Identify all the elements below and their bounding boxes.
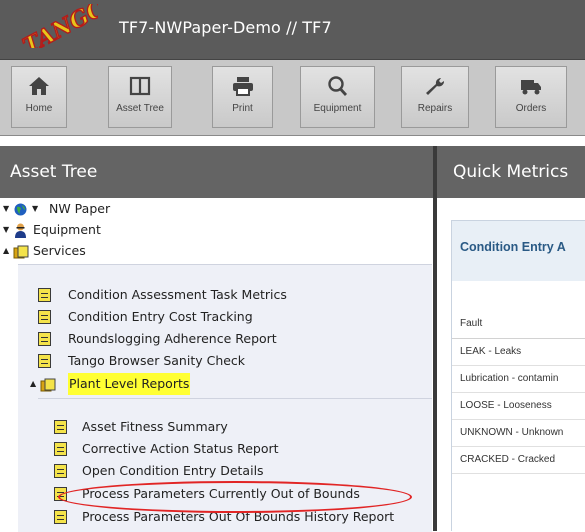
expand-caret-icon[interactable]: ▼ [3, 219, 9, 241]
title-bar: TANGO TF7-NWPaper-Demo // TF7 [0, 0, 585, 60]
home-button[interactable]: Home [11, 66, 67, 128]
tree-node-label: Services [33, 243, 86, 258]
folder-docs-icon [40, 378, 56, 392]
search-icon [327, 76, 347, 96]
svg-text:TANGO: TANGO [19, 4, 98, 48]
fault-cell: Lubrication - contamin [460, 373, 559, 384]
tree-node-equipment[interactable]: ▼ Equipment [0, 219, 433, 241]
report-doc-icon [54, 464, 67, 478]
fault-cell: LEAK - Leaks [460, 346, 522, 357]
fault-cell: LOOSE - Looseness [460, 400, 552, 411]
app-title: TF7-NWPaper-Demo // TF7 [119, 18, 332, 37]
metrics-card: Condition Entry A Fault LEAK - Leaks Lub… [451, 220, 585, 531]
report-label: Tango Browser Sanity Check [68, 353, 246, 368]
column-header-label: Fault [460, 318, 483, 329]
truck-icon [521, 80, 541, 95]
globe-icon [14, 203, 27, 216]
column-header[interactable]: Fault [452, 310, 585, 339]
table-row[interactable]: Lubrication - contamin [452, 366, 585, 393]
person-icon [15, 223, 26, 238]
printer-icon [232, 77, 253, 96]
tree-node-nw-paper[interactable]: ▼ ▼ NW Paper [0, 198, 433, 220]
report-doc-icon [38, 354, 51, 368]
equipment-label: Equipment [313, 103, 362, 114]
report-label: Corrective Action Status Report [82, 441, 279, 456]
equipment-button[interactable]: Equipment [300, 66, 375, 128]
collapse-caret-icon[interactable]: ▲ [3, 240, 9, 262]
card-title-bar: Condition Entry A [452, 220, 585, 281]
report-item[interactable]: Condition Entry Cost Tracking [38, 306, 428, 328]
collapse-caret-icon[interactable]: ▲ [30, 373, 36, 395]
report-doc-icon [54, 510, 67, 524]
table-row[interactable]: LEAK - Leaks [452, 339, 585, 366]
folder-docs-icon [13, 245, 29, 259]
report-doc-icon [38, 310, 51, 324]
report-label: Asset Fitness Summary [82, 419, 228, 434]
repairs-button[interactable]: Repairs [401, 66, 469, 128]
report-doc-icon [38, 288, 51, 302]
report-item[interactable]: Roundslogging Adherence Report [38, 328, 428, 350]
expand-caret-icon[interactable]: ▼ [3, 198, 9, 220]
quick-metrics-panel: Condition Entry A Fault LEAK - Leaks Lub… [437, 198, 585, 531]
repairs-label: Repairs [417, 103, 453, 114]
table-row[interactable]: UNKNOWN - Unknown [452, 420, 585, 447]
orders-button[interactable]: Orders [495, 66, 567, 128]
home-label: Home [25, 103, 53, 114]
toolbar: Home Asset Tree Print Equipment Repairs [0, 60, 585, 136]
report-label: Condition Entry Cost Tracking [68, 309, 253, 324]
tree-node-label: NW Paper [49, 201, 111, 216]
asset-tree-label: Asset Tree [116, 103, 164, 114]
report-doc-icon [54, 420, 67, 434]
wrench-icon [426, 77, 445, 95]
home-icon [29, 77, 49, 95]
dropdown-caret-icon[interactable]: ▼ [32, 198, 38, 220]
fault-cell: CRACKED - Cracked [460, 454, 556, 465]
report-doc-icon [54, 442, 67, 456]
tango-logo: TANGO [18, 4, 98, 48]
report-label: Condition Assessment Task Metrics [68, 287, 287, 302]
orders-label: Orders [515, 103, 547, 114]
table-row[interactable]: CRACKED - Cracked [452, 447, 585, 474]
print-label: Print [232, 103, 253, 114]
tree-node-plant-level-reports[interactable]: ▲ Plant Level Reports [30, 373, 428, 395]
print-button[interactable]: Print [212, 66, 273, 128]
columns-icon [129, 76, 151, 96]
card-title: Condition Entry A [460, 240, 566, 254]
report-doc-icon [38, 332, 51, 346]
asset-tree-button[interactable]: Asset Tree [108, 66, 172, 128]
quick-metrics-header: Quick Metrics [437, 146, 585, 198]
report-item[interactable]: Open Condition Entry Details [54, 460, 428, 482]
asset-tree-header: Asset Tree [0, 146, 433, 198]
fault-cell: UNKNOWN - Unknown [460, 427, 564, 438]
report-item[interactable]: Corrective Action Status Report [54, 438, 428, 460]
report-item[interactable]: Tango Browser Sanity Check [38, 350, 428, 372]
report-item[interactable]: Condition Assessment Task Metrics [38, 284, 428, 306]
tree-node-label: Plant Level Reports [68, 373, 191, 395]
tree-node-services[interactable]: ▲ Services [0, 240, 433, 262]
report-label: Roundslogging Adherence Report [68, 331, 277, 346]
report-item[interactable]: Asset Fitness Summary [54, 416, 428, 438]
tree-node-label: Equipment [33, 222, 101, 237]
table-row[interactable]: LOOSE - Looseness [452, 393, 585, 420]
report-label: Open Condition Entry Details [82, 463, 264, 478]
annotation-ellipse [58, 481, 412, 513]
